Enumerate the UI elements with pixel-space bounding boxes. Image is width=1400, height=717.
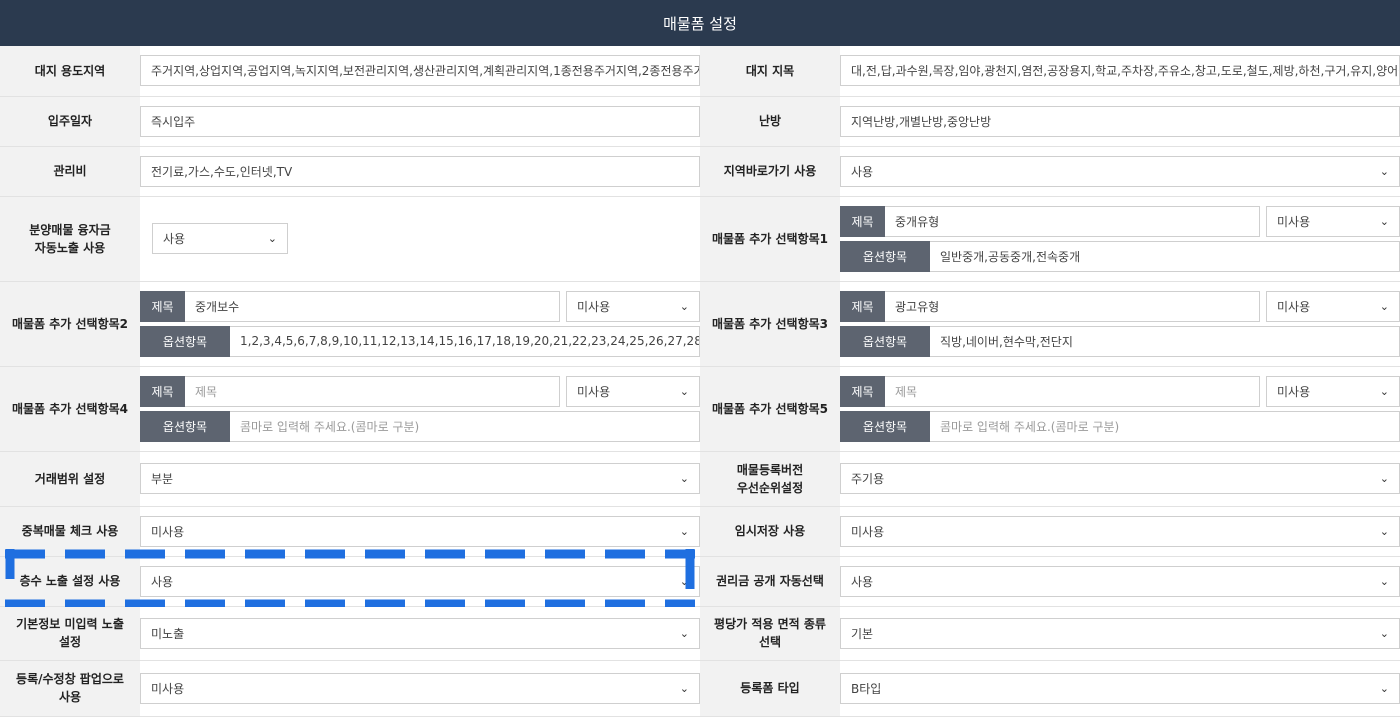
- field-label: 매물폼 추가 선택항목5: [700, 366, 840, 452]
- settings-table: 대지 용도지역 주거지역,상업지역,공업지역,녹지지역,보전관리지역,생산관리지…: [0, 46, 1400, 717]
- extra-item1-use-select[interactable]: 미사용 ⌄: [1266, 205, 1400, 237]
- chevron-down-icon: ⌄: [679, 681, 689, 695]
- settings-row: 등록/수정창 팝업으로 사용 미사용 ⌄ 등록폼 타입 B타입 ⌄: [0, 660, 1400, 717]
- title-tag: 제목: [140, 290, 185, 322]
- chevron-down-icon: ⌄: [679, 299, 689, 313]
- extra-item5-use-select[interactable]: 미사용 ⌄: [1266, 375, 1400, 407]
- chevron-down-icon: ⌄: [679, 524, 689, 538]
- chevron-down-icon: ⌄: [679, 626, 689, 640]
- field-label: 관리비: [0, 146, 140, 197]
- settings-row: 관리비 전기료,가스,수도,인터넷,TV 지역바로가기 사용 사용 ⌄: [0, 146, 1400, 197]
- field-label: 난방: [700, 96, 840, 147]
- extra-item3-title-input[interactable]: 광고유형: [885, 290, 1260, 322]
- extra-item5-options-input[interactable]: 콤마로 입력해 주세요.(콤마로 구분): [930, 410, 1400, 442]
- deal-range-select[interactable]: 부분 ⌄: [140, 463, 700, 494]
- field-label: 기본정보 미입력 노출 설정: [0, 606, 140, 661]
- duplicate-check-select[interactable]: 미사용 ⌄: [140, 515, 700, 547]
- chevron-down-icon: ⌄: [267, 232, 277, 245]
- move-in-date-input[interactable]: 즉시입주: [140, 105, 700, 137]
- extra-item5-title-input[interactable]: 제목: [885, 375, 1260, 407]
- settings-row: 매물폼 추가 선택항목4 제목 제목 미사용 ⌄ 옵션항목 콤마로 입력해 주세요…: [0, 366, 1400, 452]
- settings-row: 대지 용도지역 주거지역,상업지역,공업지역,녹지지역,보전관리지역,생산관리지…: [0, 46, 1400, 97]
- field-label: 매물폼 추가 선택항목1: [700, 196, 840, 282]
- field-label: 대지 용도지역: [0, 46, 140, 97]
- chevron-down-icon: ⌄: [1379, 299, 1389, 313]
- option-tag: 옵션항목: [840, 325, 930, 357]
- title-tag: 제목: [840, 375, 885, 407]
- field-label: 등록/수정창 팝업으로 사용: [0, 660, 140, 717]
- popup-edit-select[interactable]: 미사용 ⌄: [140, 672, 700, 704]
- field-label: 매물폼 추가 선택항목4: [0, 366, 140, 452]
- field-label: 등록폼 타입: [700, 660, 840, 717]
- land-category-input[interactable]: 대,전,답,과수원,목장,임야,광천지,염전,공장용지,학교,주차장,주유소,창…: [840, 55, 1400, 87]
- extra-item2-title-input[interactable]: 중개보수: [185, 290, 560, 322]
- title-tag: 제목: [840, 205, 885, 237]
- page-header: 매물폼 설정: [0, 0, 1400, 46]
- loan-auto-expose-select[interactable]: 사용 ⌄: [152, 223, 288, 254]
- chevron-down-icon: ⌄: [1379, 472, 1389, 485]
- heating-input[interactable]: 지역난방,개별난방,중앙난방: [840, 105, 1400, 137]
- extra-item4-options-input[interactable]: 콤마로 입력해 주세요.(콤마로 구분): [230, 410, 700, 442]
- option-tag: 옵션항목: [840, 240, 930, 272]
- field-label: 거래범위 설정: [0, 451, 140, 507]
- title-tag: 제목: [140, 375, 185, 407]
- field-label: 임시저장 사용: [700, 506, 840, 557]
- chevron-down-icon: ⌄: [679, 384, 689, 398]
- option-tag: 옵션항목: [140, 410, 230, 442]
- area-type-select[interactable]: 기본 ⌄: [840, 617, 1400, 649]
- settings-row: 거래범위 설정 부분 ⌄ 매물등록버전 우선순위설정 주기용 ⌄: [0, 451, 1400, 507]
- highlight-dashed-box: [5, 549, 695, 607]
- registration-version-select[interactable]: 주기용 ⌄: [840, 463, 1400, 494]
- field-label: 지역바로가기 사용: [700, 146, 840, 197]
- chevron-down-icon: ⌄: [1379, 164, 1389, 178]
- settings-row: 매물폼 추가 선택항목2 제목 중개보수 미사용 ⌄ 옵션항목 1,2,3,4,5…: [0, 281, 1400, 367]
- chevron-down-icon: ⌄: [1379, 524, 1389, 538]
- maintenance-fee-input[interactable]: 전기료,가스,수도,인터넷,TV: [140, 155, 700, 187]
- chevron-down-icon: ⌄: [1379, 574, 1389, 588]
- region-shortcut-select[interactable]: 사용 ⌄: [840, 155, 1400, 187]
- settings-row: 입주일자 즉시입주 난방 지역난방,개별난방,중앙난방: [0, 96, 1400, 147]
- settings-row: 기본정보 미입력 노출 설정 미노출 ⌄ 평당가 적용 면적 종류 선택 기본 ⌄: [0, 606, 1400, 661]
- settings-row: 분양매물 융자금 자동노출 사용 사용 ⌄ 매물폼 추가 선택항목1 제목 중개유형…: [0, 196, 1400, 282]
- extra-item3-options-input[interactable]: 직방,네이버,현수막,전단지: [930, 325, 1400, 357]
- basic-info-expose-select[interactable]: 미노출 ⌄: [140, 617, 700, 649]
- temp-save-select[interactable]: 미사용 ⌄: [840, 515, 1400, 547]
- form-type-select[interactable]: B타입 ⌄: [840, 672, 1400, 704]
- field-label: 분양매물 융자금 자동노출 사용: [0, 196, 140, 282]
- extra-item1-options-input[interactable]: 일반중개,공동중개,전속중개: [930, 240, 1400, 272]
- extra-item1-title-input[interactable]: 중개유형: [885, 205, 1260, 237]
- page-title: 매물폼 설정: [663, 14, 737, 33]
- land-use-zone-input[interactable]: 주거지역,상업지역,공업지역,녹지지역,보전관리지역,생산관리지역,계획관리지역…: [140, 55, 700, 87]
- field-label: 입주일자: [0, 96, 140, 147]
- field-label: 대지 지목: [700, 46, 840, 97]
- chevron-down-icon: ⌄: [1379, 384, 1389, 398]
- field-label: 매물폼 추가 선택항목2: [0, 281, 140, 367]
- extra-item4-use-select[interactable]: 미사용 ⌄: [566, 375, 700, 407]
- chevron-down-icon: ⌄: [1379, 681, 1389, 695]
- extra-item3-use-select[interactable]: 미사용 ⌄: [1266, 290, 1400, 322]
- extra-item2-use-select[interactable]: 미사용 ⌄: [566, 290, 700, 322]
- field-label: 평당가 적용 면적 종류 선택: [700, 606, 840, 661]
- title-tag: 제목: [840, 290, 885, 322]
- premium-auto-select[interactable]: 사용 ⌄: [840, 565, 1400, 597]
- option-tag: 옵션항목: [140, 325, 230, 357]
- option-tag: 옵션항목: [840, 410, 930, 442]
- field-label: 매물폼 추가 선택항목3: [700, 281, 840, 367]
- extra-item2-options-input[interactable]: 1,2,3,4,5,6,7,8,9,10,11,12,13,14,15,16,1…: [230, 325, 700, 357]
- chevron-down-icon: ⌄: [1379, 626, 1389, 640]
- field-label: 권리금 공개 자동선택: [700, 556, 840, 607]
- extra-item4-title-input[interactable]: 제목: [185, 375, 560, 407]
- chevron-down-icon: ⌄: [679, 472, 689, 485]
- field-label: 매물등록버전 우선순위설정: [700, 451, 840, 507]
- chevron-down-icon: ⌄: [1379, 214, 1389, 228]
